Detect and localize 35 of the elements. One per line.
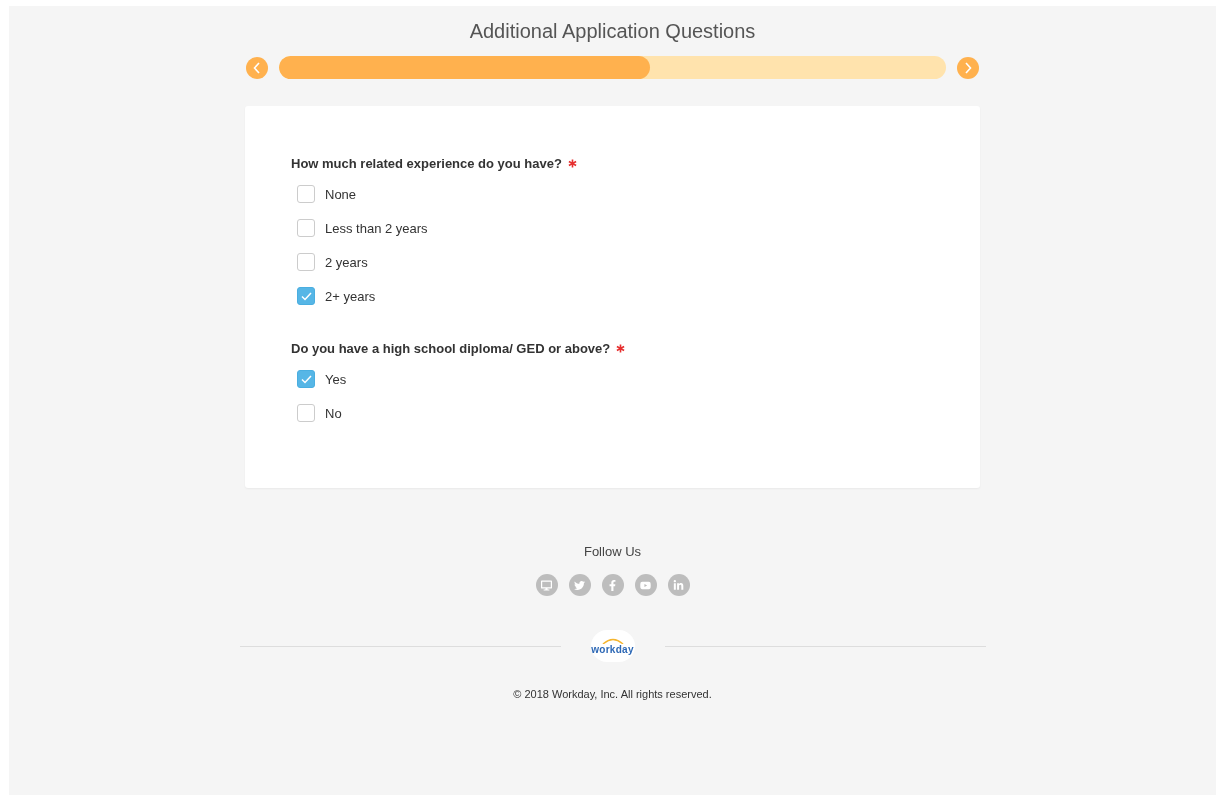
checkbox[interactable] (297, 370, 315, 388)
page-title: Additional Application Questions (469, 20, 756, 43)
follow-label: Follow Us (583, 544, 642, 559)
option-label: No (325, 405, 342, 421)
facebook-icon (607, 579, 618, 591)
checkmark-icon (300, 291, 312, 301)
social-link[interactable] (667, 574, 690, 596)
social-link[interactable] (601, 574, 624, 596)
next-button[interactable] (957, 56, 979, 79)
monitor-icon (541, 579, 552, 591)
question-label: How much related experience do you have? (291, 156, 562, 171)
previous-button[interactable] (246, 56, 268, 79)
checkbox[interactable] (297, 253, 315, 271)
checkbox[interactable] (297, 404, 315, 422)
copyright: © 2018 Workday, Inc. All rights reserved. (513, 688, 712, 700)
option-label: 2 years (325, 254, 368, 270)
question-label: Do you have a high school diploma/ GED or above? (291, 341, 611, 356)
logo-text: workday (591, 643, 634, 655)
play-icon (640, 579, 651, 591)
option-label: None (325, 186, 357, 202)
social-link[interactable] (568, 574, 591, 596)
bird-icon (574, 579, 585, 591)
option-label: 2+ years (325, 288, 376, 304)
checkbox[interactable] (297, 219, 315, 237)
option-label: Yes (325, 371, 347, 387)
social-link[interactable] (634, 574, 657, 596)
option-label: Less than 2 years (325, 220, 428, 236)
checkbox[interactable] (297, 185, 315, 203)
arc-icon (601, 637, 624, 644)
chevron-right-icon (964, 61, 972, 74)
checkbox[interactable] (297, 287, 315, 305)
chevron-left-icon (253, 61, 261, 74)
social-link[interactable] (535, 574, 558, 596)
checkmark-icon (300, 374, 312, 384)
linkedin-icon (673, 579, 684, 591)
